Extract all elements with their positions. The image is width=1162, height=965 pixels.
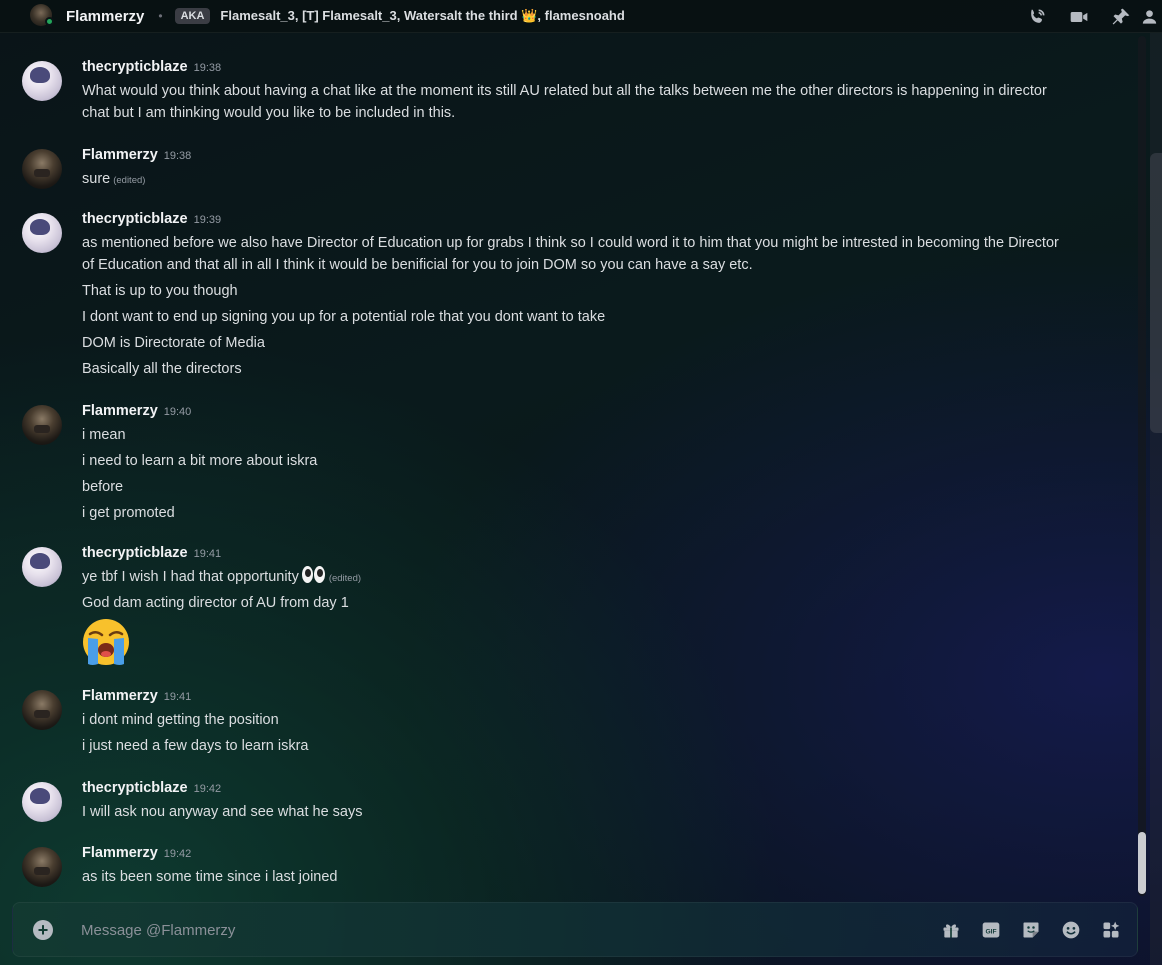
message-text: sure	[82, 171, 111, 187]
eyes-emoji-icon	[301, 566, 326, 584]
flammerzy-avatar[interactable]	[22, 149, 62, 189]
message-author[interactable]: thecrypticblaze	[82, 211, 188, 227]
message-timestamp: 19:39	[193, 214, 222, 226]
dm-header: Flammerzy • AKA Flamesalt_3, [T] Flamesa…	[0, 0, 1162, 33]
thecrypticblaze-avatar[interactable]	[22, 61, 62, 101]
message-header: Flammerzy 19:40	[82, 403, 191, 419]
edited-label: (edited)	[328, 573, 362, 584]
message-input[interactable]	[81, 919, 901, 941]
aka-names: Flamesalt_3, [T] Flamesalt_3, Watersalt …	[220, 8, 624, 24]
voice-call-icon[interactable]	[1016, 0, 1058, 33]
message-content: DOM is Directorate of Media	[82, 335, 265, 351]
gif-icon[interactable]: GIF	[980, 919, 1002, 941]
message-header: Flammerzy 19:38	[82, 147, 191, 163]
sticker-icon[interactable]	[1020, 919, 1042, 941]
message-content: i dont mind getting the position	[82, 712, 279, 728]
message-content: as its been some time since i last joine…	[82, 869, 338, 885]
message-content: I will ask nou anyway and see what he sa…	[82, 804, 363, 820]
message-author[interactable]: thecrypticblaze	[82, 59, 188, 75]
member-panel-edge	[1150, 33, 1162, 965]
aka-names-text: Flamesalt_3, [T] Flamesalt_3, Watersalt …	[220, 8, 518, 23]
header-toolbar	[1016, 0, 1162, 33]
thecrypticblaze-avatar[interactable]	[22, 782, 62, 822]
flammerzy-avatar[interactable]	[22, 405, 62, 445]
message-header: Flammerzy 19:42	[82, 845, 191, 861]
message-content: sure (edited)	[82, 168, 1072, 192]
message-timestamp: 19:38	[163, 150, 192, 162]
header-avatar[interactable]	[28, 4, 54, 26]
emoji-icon[interactable]	[1060, 919, 1082, 941]
message-content: What would you think about having a chat…	[82, 83, 1047, 121]
message-content: as mentioned before we also have Directo…	[82, 235, 1059, 273]
message-header: thecrypticblaze 19:38	[82, 59, 221, 75]
header-separator: •	[158, 9, 163, 23]
loudly-crying-face-icon[interactable]	[82, 618, 130, 666]
message-content: i just need a few days to learn iskra	[82, 738, 309, 754]
flammerzy-avatar[interactable]	[22, 847, 62, 887]
message-timestamp: 19:42	[193, 783, 222, 795]
crown-icon: 👑	[521, 8, 538, 23]
message-author[interactable]: Flammerzy	[82, 845, 158, 861]
gif-icon-label: GIF	[985, 928, 996, 935]
gift-icon[interactable]	[940, 919, 962, 941]
message-timestamp: 19:42	[163, 848, 192, 860]
aka-badge: AKA	[174, 8, 211, 24]
message-timestamp: 19:41	[193, 548, 222, 560]
scrollbar-thumb[interactable]	[1138, 832, 1146, 894]
message-author[interactable]: Flammerzy	[82, 688, 158, 704]
aka-names-tail: , flamesnoahd	[537, 8, 625, 23]
message-list[interactable]: thecrypticblaze 19:38 What would you thin…	[0, 33, 1150, 895]
flammerzy-avatar[interactable]	[22, 690, 62, 730]
message-content: i get promoted	[82, 505, 175, 521]
video-call-icon[interactable]	[1058, 0, 1100, 33]
message-content: God dam acting director of AU from day 1	[82, 595, 349, 611]
message-content: i mean	[82, 427, 126, 443]
thecrypticblaze-avatar[interactable]	[22, 213, 62, 253]
message-author[interactable]: thecrypticblaze	[82, 780, 188, 796]
pin-icon[interactable]	[1100, 0, 1142, 33]
message-timestamp: 19:41	[163, 691, 192, 703]
message-header: Flammerzy 19:41	[82, 688, 191, 704]
apps-icon[interactable]	[1100, 919, 1122, 941]
message-timestamp: 19:40	[163, 406, 192, 418]
message-content: before	[82, 479, 124, 495]
message-composer: + GIF	[12, 902, 1138, 957]
thecrypticblaze-avatar[interactable]	[22, 547, 62, 587]
member-list-icon[interactable]	[1142, 0, 1162, 33]
message-text: ye tbf I wish I had that opportunity	[82, 569, 299, 585]
message-content: That is up to you though	[82, 283, 238, 299]
message-author[interactable]: Flammerzy	[82, 403, 158, 419]
message-content: I dont want to end up signing you up for…	[82, 309, 606, 325]
message-content: i need to learn a bit more about iskra	[82, 453, 318, 469]
message-header: thecrypticblaze 19:39	[82, 211, 221, 227]
message-content: ye tbf I wish I had that opportunity (edi…	[82, 566, 1072, 590]
message-author[interactable]: thecrypticblaze	[82, 545, 188, 561]
message-header: thecrypticblaze 19:41	[82, 545, 221, 561]
message-timestamp: 19:38	[193, 62, 222, 74]
edited-label: (edited)	[113, 175, 146, 186]
online-status-icon	[45, 17, 54, 26]
message-header: thecrypticblaze 19:42	[82, 780, 221, 796]
upload-plus-button[interactable]: +	[33, 920, 53, 940]
header-user-name[interactable]: Flammerzy	[66, 8, 144, 25]
message-scrollbar[interactable]	[1138, 36, 1146, 896]
message-content: Basically all the directors	[82, 361, 242, 377]
message-author[interactable]: Flammerzy	[82, 147, 158, 163]
